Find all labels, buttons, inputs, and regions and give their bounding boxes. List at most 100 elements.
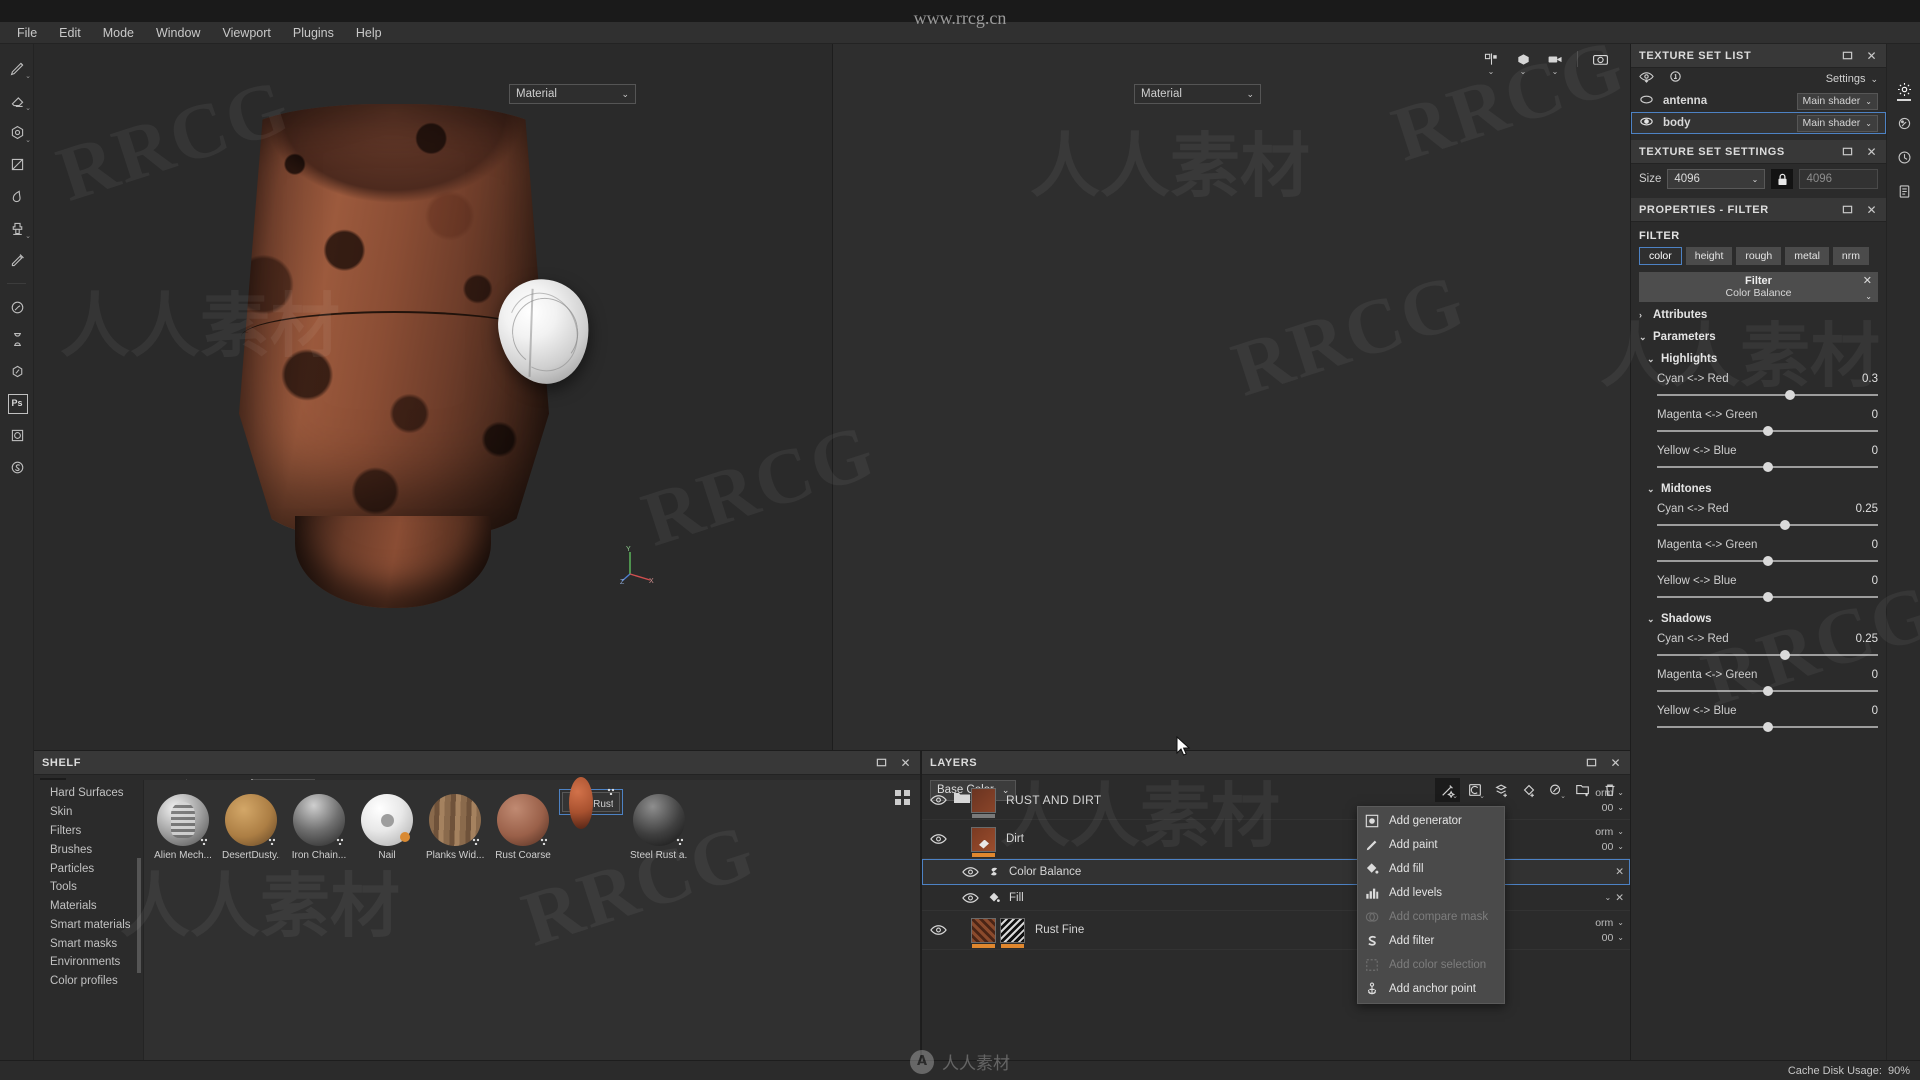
layer-blend-mode[interactable]: orm ⌄ (1595, 917, 1624, 929)
clone-stamp-icon[interactable]: ⌄ (0, 212, 34, 244)
slider-knob[interactable] (1762, 462, 1773, 472)
layer-opacity[interactable]: 00 ⌄ (1602, 932, 1624, 944)
close-icon[interactable]: ✕ (1865, 49, 1878, 62)
param-slider[interactable] (1657, 648, 1878, 662)
substance-icon[interactable] (0, 451, 34, 483)
smudge-icon[interactable] (0, 180, 34, 212)
layer-mask-thumbnail[interactable] (1000, 917, 1025, 948)
material-icon[interactable] (0, 291, 34, 323)
layer-thumbnail[interactable] (971, 787, 996, 818)
maximize-icon[interactable] (1841, 49, 1854, 62)
viewport-uv[interactable]: V U (832, 44, 1630, 750)
chevron-down-icon[interactable]: ⌄ (1865, 292, 1872, 301)
shelf-category-materials[interactable]: Materials (34, 897, 143, 916)
maximize-icon[interactable] (1841, 203, 1854, 216)
paint-brush-icon[interactable]: ⌄ (0, 52, 34, 84)
shader-dropdown[interactable]: Main shader ⌄ (1796, 114, 1878, 132)
texture-set-settings-button[interactable]: Settings ⌄ (1826, 73, 1878, 85)
chevron-down-icon[interactable]: ⌄ (1604, 893, 1611, 902)
visibility-eye-icon[interactable] (930, 793, 947, 807)
screenshot-icon[interactable] (1586, 48, 1614, 70)
shelf-category-smart-materials[interactable]: Smart materials (34, 915, 143, 934)
tab-rough[interactable]: rough (1736, 247, 1782, 265)
maximize-icon[interactable] (875, 756, 888, 769)
shelf-category-color-profiles[interactable]: Color profiles (34, 972, 143, 991)
shelf-category-brushes[interactable]: Brushes (34, 840, 143, 859)
layer-effects-context-menu[interactable]: Add generator Add paint Add fill Add lev… (1357, 806, 1505, 1004)
group-midtones[interactable]: ⌄ Midtones (1631, 476, 1886, 498)
slider-knob[interactable] (1762, 592, 1773, 602)
tab-nrm[interactable]: nrm (1832, 247, 1870, 265)
visibility-eye-icon[interactable] (930, 832, 947, 846)
shelf-asset-steel-rust[interactable]: Steel Rust a... (630, 792, 688, 861)
table-row[interactable]: RUST AND DIRT orm ⌄ 00 ⌄ (922, 781, 1630, 820)
projection-icon[interactable]: ⌄ (0, 116, 34, 148)
material-dropdown-right[interactable]: Material ⌄ (1134, 84, 1261, 104)
info-circle-icon[interactable] (1668, 70, 1683, 88)
display-settings-icon[interactable] (1887, 72, 1920, 106)
parameters-group[interactable]: ⌄ Parameters (1631, 324, 1886, 346)
shelf-asset-alien-mech[interactable]: Alien Mech... (154, 792, 212, 861)
shelf-asset-rust-coarse[interactable]: Rust Coarse (494, 792, 552, 861)
shelf-asset-nail[interactable]: Nail (358, 792, 416, 861)
shader-dropdown[interactable]: Main shader ⌄ (1796, 92, 1878, 110)
shelf-asset-planks-wide[interactable]: Planks Wid... (426, 792, 484, 861)
shelf-category-skin[interactable]: Skin (34, 803, 143, 822)
param-slider[interactable] (1657, 554, 1878, 568)
slider-knob[interactable] (1762, 686, 1773, 696)
table-row[interactable]: Dirt orm ⌄ 00 ⌄ (922, 820, 1630, 859)
group-highlights[interactable]: ⌄ Highlights (1631, 346, 1886, 368)
layer-blend-mode[interactable]: orm ⌄ (1595, 826, 1624, 838)
table-row[interactable]: Color Balance ✕ (922, 859, 1630, 885)
shelf-category-scrollbar[interactable] (137, 858, 141, 973)
tab-color[interactable]: color (1639, 247, 1682, 265)
bake-icon[interactable] (0, 323, 34, 355)
eraser-icon[interactable]: ⌄ (0, 84, 34, 116)
camera-view-icon[interactable]: ⌄ (1541, 48, 1569, 76)
layer-blend-mode[interactable]: orm ⌄ (1595, 787, 1624, 799)
slider-knob[interactable] (1762, 426, 1773, 436)
param-slider[interactable] (1657, 424, 1878, 438)
visibility-eye-icon[interactable] (930, 923, 947, 937)
param-slider[interactable] (1657, 590, 1878, 604)
render-icon[interactable] (0, 419, 34, 451)
tab-height[interactable]: height (1685, 247, 1733, 265)
param-slider[interactable] (1657, 720, 1878, 734)
photoshop-icon[interactable]: Ps (0, 387, 34, 419)
history-icon[interactable] (1887, 140, 1920, 174)
layer-thumbnail[interactable] (971, 826, 996, 857)
size-dropdown[interactable]: 4096 ⌄ (1667, 169, 1766, 189)
param-slider[interactable] (1657, 518, 1878, 532)
menu-item-add-levels[interactable]: Add levels (1358, 881, 1504, 905)
shelf-category-filters[interactable]: Filters (34, 822, 143, 841)
close-icon[interactable]: ✕ (899, 756, 912, 769)
param-slider[interactable] (1657, 460, 1878, 474)
table-row[interactable]: Rust Fine orm ⌄ 00 ⌄ (922, 911, 1630, 950)
shelf-asset-desert-dusty[interactable]: DesertDusty... (222, 792, 280, 861)
shelf-category-tools[interactable]: Tools (34, 878, 143, 897)
polygon-fill-icon[interactable] (0, 148, 34, 180)
material-dropdown-left[interactable]: Material ⌄ (509, 84, 636, 104)
viewport[interactable]: Y X Z V U Material ⌄ (34, 44, 1630, 750)
layer-opacity[interactable]: 00 ⌄ (1602, 841, 1624, 853)
lock-icon[interactable] (1771, 169, 1794, 189)
param-slider[interactable] (1657, 388, 1878, 402)
attributes-group[interactable]: › Attributes (1631, 302, 1886, 324)
layer-thumbnail[interactable] (971, 917, 996, 948)
group-shadows[interactable]: ⌄ Shadows (1631, 606, 1886, 628)
shelf-asset-iron-chain[interactable]: Iron Chain... (290, 792, 348, 861)
uv-2d-view-icon[interactable]: ⌄ (1477, 48, 1505, 76)
table-row[interactable]: Fill ⌄ ✕ (922, 885, 1630, 911)
shelf-category-particles[interactable]: Particles (34, 859, 143, 878)
filter-selector[interactable]: Filter Color Balance ✕ ⌄ (1639, 272, 1878, 302)
menu-item-add-generator[interactable]: Add generator (1358, 809, 1504, 833)
texture-set-item-body[interactable]: body Main shader ⌄ (1631, 112, 1886, 134)
3d-view-icon[interactable]: ⌄ (1509, 48, 1537, 76)
menu-item-add-fill[interactable]: Add fill (1358, 857, 1504, 881)
shelf-category-smart-masks[interactable]: Smart masks (34, 934, 143, 953)
shelf-asset-rust-fine[interactable]: Rust Fine (559, 777, 623, 829)
grid-view-toggle-icon[interactable] (895, 790, 910, 805)
close-icon[interactable]: ✕ (1865, 203, 1878, 216)
slider-knob[interactable] (1762, 722, 1773, 732)
size-secondary-field[interactable]: 4096 (1799, 169, 1878, 189)
